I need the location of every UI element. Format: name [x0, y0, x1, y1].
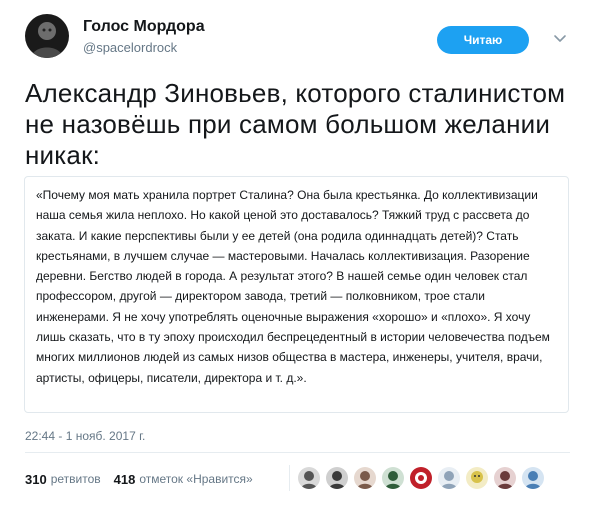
likes-count[interactable]: 418	[114, 472, 136, 487]
liker-avatar-8-icon	[494, 467, 516, 489]
liker-avatar[interactable]	[353, 466, 377, 490]
tweet-stats: 310 ретвитов 418 отметок «Нравится»	[25, 468, 253, 490]
liker-avatar-3-icon	[354, 467, 376, 489]
liker-avatar[interactable]	[521, 466, 545, 490]
liker-avatar[interactable]	[409, 466, 433, 490]
liker-avatar-1-icon	[298, 467, 320, 489]
liker-avatar-2-icon	[326, 467, 348, 489]
liker-avatar-7-icon	[466, 467, 488, 489]
likes-label[interactable]: отметок «Нравится»	[139, 472, 252, 486]
tweet-timestamp[interactable]: 22:44 - 1 нояб. 2017 г.	[25, 429, 145, 443]
tweet-text: Александр Зиновьев, которого сталинистом…	[25, 78, 566, 170]
liker-avatar-5-icon	[410, 467, 432, 489]
liker-avatar-4-icon	[382, 467, 404, 489]
likers-avatars	[297, 466, 549, 490]
following-button[interactable]: Читаю	[437, 26, 529, 54]
liker-avatar[interactable]	[381, 466, 405, 490]
liker-avatar[interactable]	[465, 466, 489, 490]
retweets-label[interactable]: ретвитов	[51, 472, 101, 486]
liker-avatar-9-icon	[522, 467, 544, 489]
divider	[25, 452, 570, 453]
liker-avatar[interactable]	[493, 466, 517, 490]
liker-avatar-6-icon	[438, 467, 460, 489]
quoted-text-box: «Почему моя мать хранила портрет Сталина…	[24, 176, 569, 413]
liker-avatar[interactable]	[325, 466, 349, 490]
chevron-down-icon	[554, 35, 566, 42]
tweet-header: Голос Мордора @spacelordrock Читаю	[0, 0, 600, 70]
author-handle[interactable]: @spacelordrock	[83, 40, 177, 55]
quoted-text: «Почему моя мать хранила портрет Сталина…	[36, 188, 550, 385]
stats-separator	[289, 465, 290, 491]
liker-avatar[interactable]	[297, 466, 321, 490]
retweets-count[interactable]: 310	[25, 472, 47, 487]
more-options-button[interactable]	[551, 29, 569, 47]
liker-avatar[interactable]	[437, 466, 461, 490]
author-avatar[interactable]	[25, 14, 69, 58]
dark-portrait-avatar-icon	[25, 14, 69, 58]
author-name[interactable]: Голос Мордора	[83, 18, 205, 36]
